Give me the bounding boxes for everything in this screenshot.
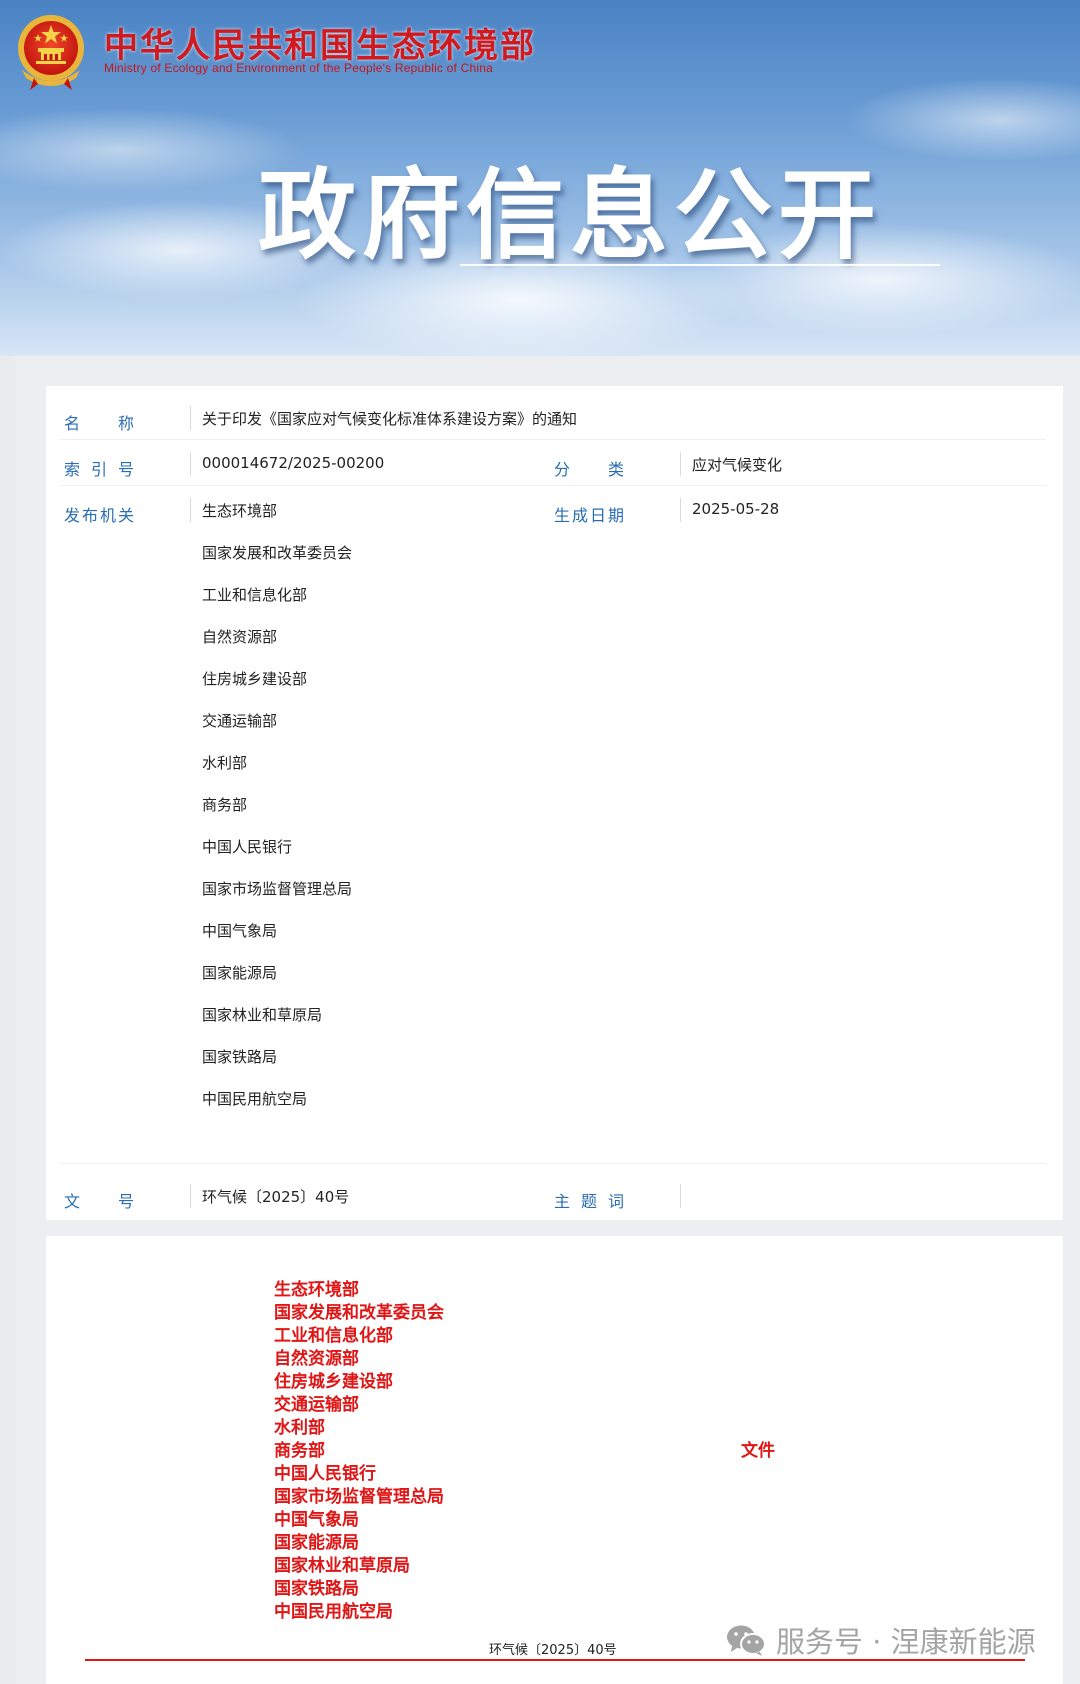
header-banner: 中华人民共和国生态环境部 Ministry of Ecology and Env… xyxy=(0,0,1080,356)
docnum-value: 环气候〔2025〕40号 xyxy=(202,1188,350,1206)
category-value: 应对气候变化 xyxy=(692,456,783,474)
issuer-item: 工业和信息化部 xyxy=(202,586,308,604)
title-underline xyxy=(460,264,940,266)
issuer-item: 中国人民银行 xyxy=(202,838,293,856)
issuer-item: 交通运输部 xyxy=(202,712,278,730)
document-org: 中国气象局 xyxy=(274,1510,359,1530)
label-divider xyxy=(680,1184,681,1208)
issuer-item: 国家能源局 xyxy=(202,964,278,982)
document-org: 中国民用航空局 xyxy=(274,1602,393,1622)
document-org: 国家发展和改革委员会 xyxy=(274,1303,444,1323)
document-org: 国家铁路局 xyxy=(274,1579,359,1599)
watermark-text: 服务号 · 涅康新能源 xyxy=(776,1625,1036,1659)
document-number: 环气候〔2025〕40号 xyxy=(489,1643,617,1658)
issuer-item: 生态环境部 xyxy=(202,502,278,520)
label-divider xyxy=(190,452,191,476)
issuer-item: 中国气象局 xyxy=(202,922,278,940)
document-file-word: 文件 xyxy=(741,1441,775,1461)
document-org: 交通运输部 xyxy=(274,1395,359,1415)
document-card xyxy=(46,1236,1063,1684)
info-row-docnum: 文 号 环气候〔2025〕40号 主 题 词 xyxy=(60,1164,1046,1220)
keywords-label: 主 题 词 xyxy=(554,1192,624,1211)
issuer-item: 国家市场监督管理总局 xyxy=(202,880,353,898)
issuer-item: 中国民用航空局 xyxy=(202,1090,308,1108)
info-card: 名 称 关于印发《国家应对气候变化标准体系建设方案》的通知 索 引 号 0000… xyxy=(46,386,1063,1220)
issuer-item: 商务部 xyxy=(202,796,248,814)
wechat-icon xyxy=(727,1625,766,1656)
document-org: 国家市场监督管理总局 xyxy=(274,1487,444,1507)
watermark: 服务号 · 涅康新能源 xyxy=(726,1622,1036,1659)
info-row-name: 名 称 关于印发《国家应对气候变化标准体系建设方案》的通知 xyxy=(60,386,1046,440)
issuer-item: 水利部 xyxy=(202,754,248,772)
document-org: 自然资源部 xyxy=(274,1349,359,1369)
issuer-item: 国家铁路局 xyxy=(202,1048,278,1066)
issuer-label: 发布机关 xyxy=(64,506,134,525)
name-value: 关于印发《国家应对气候变化标准体系建设方案》的通知 xyxy=(202,410,578,428)
label-divider xyxy=(680,452,681,476)
document-org: 住房城乡建设部 xyxy=(274,1372,393,1392)
label-divider xyxy=(190,1184,191,1208)
ministry-name-cn[interactable]: 中华人民共和国生态环境部 xyxy=(104,18,536,67)
issuer-item: 国家发展和改革委员会 xyxy=(202,544,353,562)
docnum-label: 文 号 xyxy=(64,1192,134,1211)
index-label: 索 引 号 xyxy=(64,460,134,479)
date-label: 生成日期 xyxy=(554,506,624,525)
index-value: 000014672/2025-00200 xyxy=(202,454,385,472)
document-org: 商务部 xyxy=(274,1441,325,1461)
name-label: 名 称 xyxy=(64,414,134,433)
document-org: 生态环境部 xyxy=(274,1280,359,1300)
issuer-item: 自然资源部 xyxy=(202,628,278,646)
category-label: 分 类 xyxy=(554,460,624,479)
date-value: 2025-05-28 xyxy=(692,500,780,518)
national-emblem-icon xyxy=(18,15,84,90)
document-org: 国家能源局 xyxy=(274,1533,359,1553)
document-org: 国家林业和草原局 xyxy=(274,1556,410,1576)
label-divider xyxy=(190,498,191,522)
document-org: 水利部 xyxy=(274,1418,325,1438)
label-divider xyxy=(190,406,191,430)
issuer-item: 住房城乡建设部 xyxy=(202,670,308,688)
issuer-item: 国家林业和草原局 xyxy=(202,1006,323,1024)
document-org: 工业和信息化部 xyxy=(274,1326,393,1346)
document-org: 中国人民银行 xyxy=(274,1464,376,1484)
info-row-index: 索 引 号 000014672/2025-00200 分 类 应对气候变化 xyxy=(60,440,1046,486)
page-title: 政府信息公开 xyxy=(258,159,883,273)
label-divider xyxy=(680,498,681,522)
ministry-name-en[interactable]: Ministry of Ecology and Environment of t… xyxy=(104,61,493,75)
